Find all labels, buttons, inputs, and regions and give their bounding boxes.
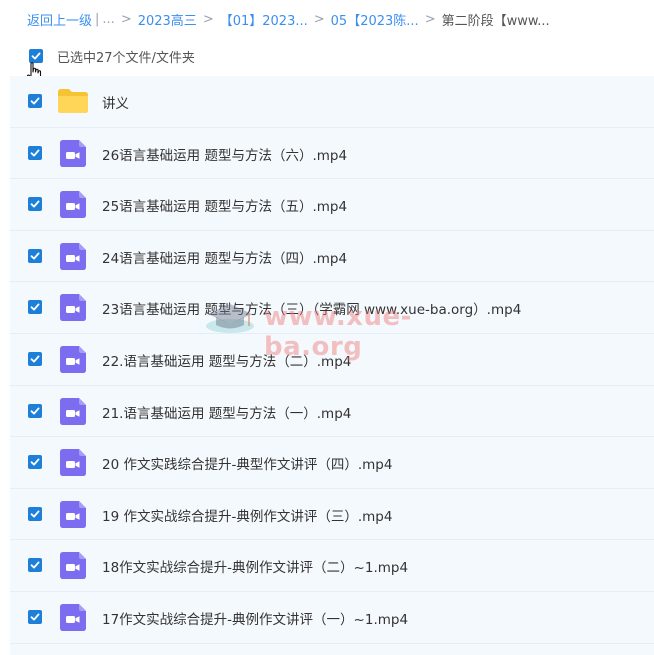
check-icon: [30, 97, 40, 105]
row-checkbox[interactable]: [28, 145, 42, 160]
file-row[interactable]: 22.语言基础运用 题型与方法（二）.mp4: [10, 333, 654, 386]
row-checkbox[interactable]: [28, 506, 42, 521]
file-name[interactable]: 讲义: [102, 92, 129, 112]
breadcrumb-item-2023[interactable]: 2023高三: [138, 10, 197, 29]
video-file-icon: [60, 603, 86, 631]
video-file-icon: [60, 191, 86, 219]
video-file-icon: [60, 397, 86, 425]
file-name[interactable]: 19 作文实战综合提升-典例作文讲评（三）.mp4: [102, 505, 392, 525]
file-row[interactable]: 19 作文实战综合提升-典例作文讲评（三）.mp4: [10, 488, 654, 541]
file-name[interactable]: 22.语言基础运用 题型与方法（二）.mp4: [102, 350, 351, 370]
folder-row[interactable]: 讲义: [10, 76, 654, 128]
file-row[interactable]: 20 作文实践综合提升-典型作文讲评（四）.mp4: [10, 437, 654, 489]
breadcrumb-arrow: >: [202, 11, 214, 27]
breadcrumb-arrow: >: [424, 11, 436, 27]
file-row[interactable]: 21.语言基础运用 题型与方法（一）.mp4: [10, 385, 654, 438]
back-link[interactable]: 返回上一级: [27, 10, 92, 29]
check-icon: [30, 200, 40, 208]
file-name[interactable]: 23语言基础运用 题型与方法（三）（学霸网 www.xue-ba.org）.mp…: [102, 298, 521, 318]
file-row[interactable]: 23语言基础运用 题型与方法（三）（学霸网 www.xue-ba.org）.mp…: [10, 282, 654, 334]
row-checkbox[interactable]: [28, 351, 42, 366]
video-file-icon: [60, 242, 86, 270]
row-checkbox[interactable]: [28, 300, 42, 315]
check-icon: [30, 613, 40, 621]
video-file-icon: [60, 449, 86, 477]
file-row[interactable]: 26语言基础运用 题型与方法（六）.mp4: [10, 127, 654, 180]
breadcrumb-item-01[interactable]: 【01】2023...: [220, 10, 308, 29]
breadcrumb: 返回上一级 | ... > 2023高三 > 【01】2023... > 05【…: [27, 8, 647, 30]
check-icon: [30, 252, 40, 260]
row-checkbox[interactable]: [28, 455, 42, 470]
check-icon: [30, 510, 40, 518]
file-row[interactable]: 25语言基础运用 题型与方法（五）.mp4: [10, 179, 654, 231]
check-icon: [30, 458, 40, 466]
row-checkbox[interactable]: [28, 609, 42, 624]
file-row[interactable]: 17作文实战综合提升-典例作文讲评（一）~1.mp4: [10, 591, 654, 644]
file-name[interactable]: 20 作文实践综合提升-典型作文讲评（四）.mp4: [102, 453, 392, 473]
file-name[interactable]: 21.语言基础运用 题型与方法（一）.mp4: [102, 402, 351, 422]
selection-count: 已选中27个文件/文件夹: [57, 51, 195, 66]
row-checkbox[interactable]: [28, 403, 42, 418]
folder-icon: [58, 89, 88, 113]
file-name[interactable]: 26语言基础运用 题型与方法（六）.mp4: [102, 144, 347, 164]
file-row[interactable]: 24语言基础运用 题型与方法（四）.mp4: [10, 230, 654, 283]
file-name[interactable]: 17作文实战综合提升-典例作文讲评（一）~1.mp4: [102, 608, 408, 628]
video-file-icon: [60, 500, 86, 528]
file-list: 讲义 26语言基础运用 题型与方法（六）.mp4 25语言基础运用 题型与方法（五）…: [10, 76, 654, 655]
video-file-icon: [60, 552, 86, 580]
breadcrumb-current: 第二阶段【www...: [441, 13, 550, 29]
row-checkbox[interactable]: [28, 248, 42, 263]
file-name[interactable]: 18作文实战综合提升-典例作文讲评（二）~1.mp4: [102, 556, 408, 576]
video-file-icon: [60, 294, 86, 322]
check-icon: [30, 149, 40, 157]
breadcrumb-arrow: >: [313, 11, 325, 27]
file-row[interactable]: 18作文实战综合提升-典例作文讲评（二）~1.mp4: [10, 540, 654, 592]
check-icon: [30, 561, 40, 569]
check-icon: [30, 355, 40, 363]
file-name[interactable]: 25语言基础运用 题型与方法（五）.mp4: [102, 195, 347, 215]
row-checkbox[interactable]: [28, 94, 42, 108]
file-name[interactable]: 24语言基础运用 题型与方法（四）.mp4: [102, 247, 347, 267]
breadcrumb-arrow: >: [120, 11, 132, 27]
row-checkbox[interactable]: [28, 558, 42, 573]
video-file-icon: [60, 139, 86, 167]
row-checkbox[interactable]: [28, 197, 42, 212]
breadcrumb-separator: |: [95, 11, 100, 27]
selection-bar: 已选中27个文件/文件夹: [0, 38, 654, 84]
breadcrumb-ellipsis[interactable]: ...: [102, 12, 114, 27]
check-icon: [30, 303, 40, 311]
video-file-icon: [60, 345, 86, 373]
breadcrumb-item-05[interactable]: 05【2023陈...: [331, 10, 419, 29]
check-icon: [31, 52, 41, 60]
check-icon: [30, 407, 40, 415]
